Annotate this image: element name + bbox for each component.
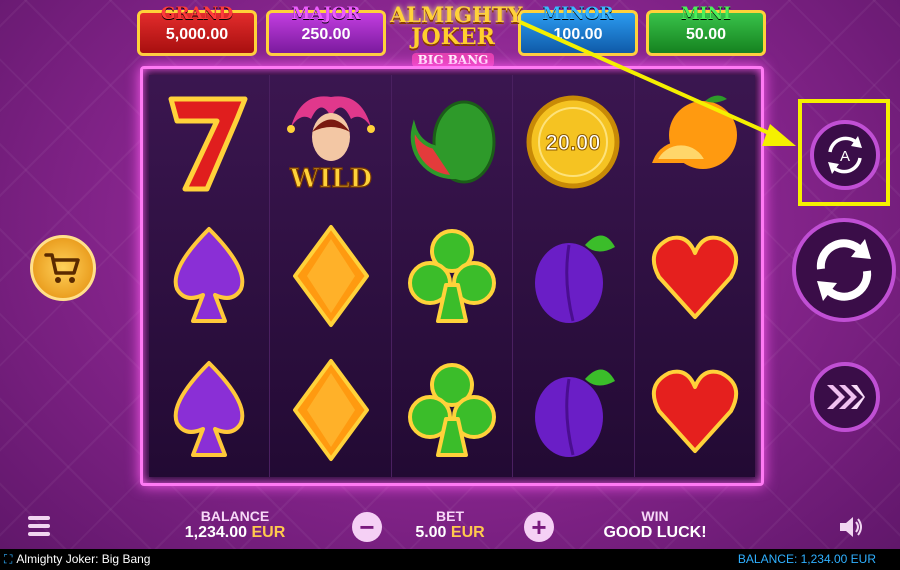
balance-value: 1,234.00 xyxy=(184,524,248,541)
game-title: Almighty Joker: Big Bang xyxy=(16,552,151,566)
heart-symbol xyxy=(635,343,755,477)
jackpot-major: MAJOR 250.00 xyxy=(266,5,386,56)
spin-button[interactable] xyxy=(792,218,896,322)
menu-bar xyxy=(28,532,50,536)
reel-5 xyxy=(634,75,756,477)
grid-icon: ⛶ xyxy=(4,552,13,566)
autoplay-button[interactable]: A xyxy=(810,120,880,190)
turbo-button[interactable] xyxy=(810,362,880,432)
jackpot-major-label: MAJOR xyxy=(291,4,361,24)
jackpot-grand: GRAND 5,000.00 xyxy=(137,5,257,56)
balance-display: BALANCE 1,234.00 EUR xyxy=(170,508,300,542)
reel-4: 20.00 xyxy=(513,75,635,477)
spin-icon xyxy=(816,239,872,301)
plum-symbol xyxy=(513,343,633,477)
jackpot-grand-value: 5,000.00 xyxy=(165,26,229,43)
reel-1 xyxy=(149,75,271,477)
wild-label: WILD xyxy=(289,164,372,194)
jackpot-grand-label: GRAND xyxy=(160,4,234,24)
orange-symbol xyxy=(635,75,755,209)
jackpot-mini-label: MINI xyxy=(680,4,732,24)
bet-value: 5.00 xyxy=(415,524,447,541)
jackpot-minor-value: 100.00 xyxy=(553,26,603,43)
diamond-symbol xyxy=(270,343,390,477)
win-label: WIN xyxy=(641,508,669,524)
speaker-icon xyxy=(840,517,862,537)
autoplay-icon: A xyxy=(828,136,862,174)
balance-currency: EUR xyxy=(251,524,286,541)
coin-value: 20.00 xyxy=(546,130,601,155)
game-logo: ALMIGHTY JOKER BIG BANG xyxy=(390,0,523,70)
bet-currency: EUR xyxy=(450,524,485,541)
watermelon-symbol xyxy=(392,75,512,209)
joker-wild-symbol: WILD xyxy=(270,75,390,209)
jackpot-major-value: 250.00 xyxy=(301,26,351,43)
bet-decrease-button[interactable]: − xyxy=(352,512,382,542)
balance-label: BALANCE xyxy=(200,508,270,524)
menu-button[interactable] xyxy=(28,516,50,540)
menu-bar xyxy=(28,516,50,520)
jackpot-mini: MINI 50.00 xyxy=(646,5,766,56)
sound-button[interactable] xyxy=(838,515,864,545)
shop-button[interactable] xyxy=(30,235,96,301)
logo-line-3: BIG BANG xyxy=(411,53,495,67)
logo-line-1: ALMIGHTY xyxy=(390,2,523,27)
seven-symbol xyxy=(149,75,269,209)
spade-symbol xyxy=(149,209,269,343)
fast-forward-icon xyxy=(827,385,865,409)
bet-increase-button[interactable]: + xyxy=(524,512,554,542)
jackpot-minor-label: MINOR xyxy=(542,4,614,24)
autoplay-letter: A xyxy=(840,148,850,165)
spade-symbol xyxy=(149,343,269,477)
reel-3 xyxy=(391,75,514,477)
reel-2: WILD xyxy=(270,75,392,477)
logo-line-2: JOKER xyxy=(411,24,495,50)
status-balance: BALANCE: 1,234.00 EUR xyxy=(737,552,876,566)
jackpot-minor: MINOR 100.00 xyxy=(518,5,638,56)
coin-symbol: 20.00 xyxy=(513,75,633,209)
reel-grid: WILD 20.00 xyxy=(140,66,764,486)
plum-symbol xyxy=(513,209,633,343)
bet-display: BET 5.00 EUR xyxy=(400,508,500,542)
club-symbol xyxy=(392,343,512,477)
heart-symbol xyxy=(635,209,755,343)
bet-label: BET xyxy=(436,508,464,524)
status-bar: ⛶ Almighty Joker: Big Bang BALANCE: 1,234… xyxy=(0,549,900,570)
club-symbol xyxy=(392,209,512,343)
menu-bar xyxy=(28,524,50,528)
jackpot-mini-value: 50.00 xyxy=(685,26,727,43)
cart-icon xyxy=(44,253,80,283)
win-value: GOOD LUCK! xyxy=(603,524,707,541)
win-display: WIN GOOD LUCK! xyxy=(590,508,720,542)
diamond-symbol xyxy=(270,209,390,343)
